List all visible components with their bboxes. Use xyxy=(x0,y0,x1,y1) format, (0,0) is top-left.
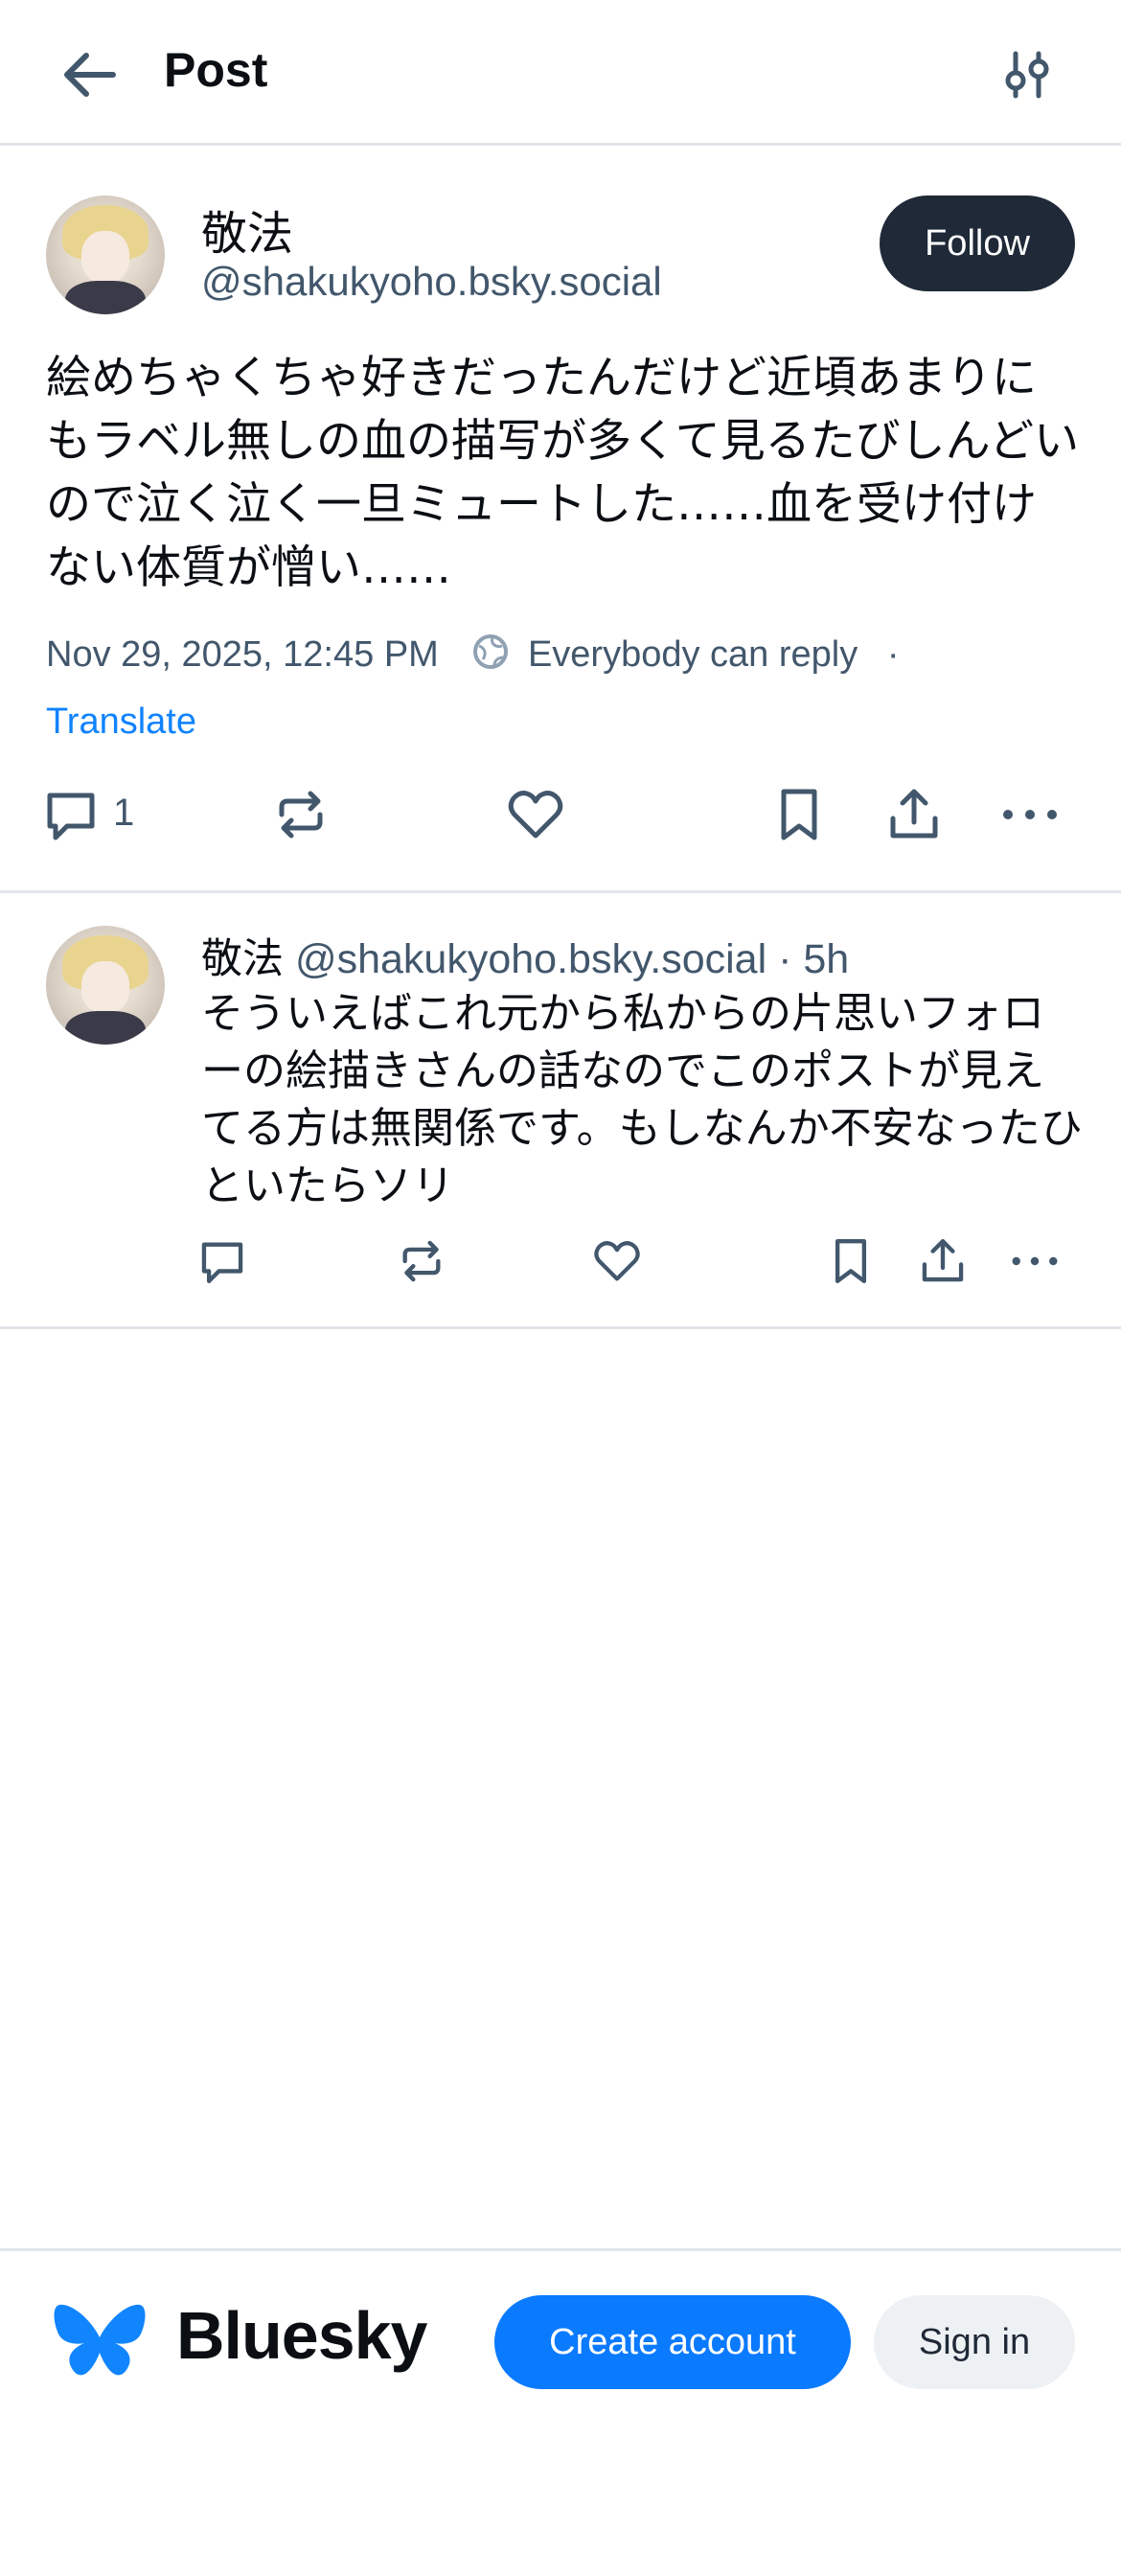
author-display-name[interactable]: 敬法 xyxy=(201,196,293,263)
repost-button[interactable] xyxy=(272,786,330,848)
repost-icon xyxy=(279,791,323,839)
post-text: 絵めちゃくちゃ好きだったんだけど近頃あまりにもラベル無しの血の描写が多くて見るた… xyxy=(46,352,1080,594)
brand-wordmark: Bluesky xyxy=(176,2298,427,2373)
sign-in-button[interactable]: Sign in xyxy=(874,2295,1075,2389)
top-bar: Post xyxy=(0,0,1121,146)
bluesky-logo xyxy=(52,2299,148,2385)
bluesky-butterfly-icon xyxy=(54,2304,146,2376)
reply-post[interactable]: 敬法 @shakukyoho.bsky.social · 5h そういえばこれ元… xyxy=(0,893,1121,1329)
translate-link[interactable]: Translate xyxy=(46,702,196,743)
bookmark-icon xyxy=(781,789,817,840)
reply-header: 敬法 @shakukyoho.bsky.social · 5h xyxy=(201,926,849,985)
bookmark-button[interactable] xyxy=(826,1236,876,1291)
like-button[interactable] xyxy=(506,786,565,848)
author-handle[interactable]: @shakukyoho.bsky.social xyxy=(201,259,662,305)
follow-button[interactable]: Follow xyxy=(880,196,1075,291)
more-options-button[interactable] xyxy=(1010,1236,1060,1291)
bookmark-icon xyxy=(835,1239,867,1283)
repost-icon xyxy=(402,1240,441,1282)
filter-sliders-icon xyxy=(1005,51,1049,99)
reply-setting[interactable]: Everybody can reply xyxy=(528,634,858,675)
repost-button[interactable] xyxy=(397,1236,446,1291)
reply-count: 1 xyxy=(113,792,135,834)
separator-dot: · xyxy=(778,936,792,982)
page-title: Post xyxy=(164,43,268,97)
separator-dot: · xyxy=(886,634,900,676)
reply-actions xyxy=(0,1236,1121,1303)
thread-settings-button[interactable] xyxy=(1000,50,1056,100)
share-button[interactable] xyxy=(885,786,943,848)
signup-footer: Bluesky Create account Sign in xyxy=(0,2248,1121,2576)
avatar[interactable] xyxy=(46,926,165,1045)
bookmark-button[interactable] xyxy=(770,786,828,848)
post-meta: Nov 29, 2025, 12:45 PM Everybody can rep… xyxy=(46,632,899,680)
post-timestamp[interactable]: Nov 29, 2025, 12:45 PM xyxy=(46,634,439,675)
globe-icon xyxy=(471,632,510,680)
reply-text: そういえばこれ元から私からの片思いフォローの絵描きさんの話なのでこのポストが見え… xyxy=(201,989,1083,1210)
main-post: 敬法 @shakukyoho.bsky.social Follow 絵めちゃくち… xyxy=(0,146,1121,893)
share-icon xyxy=(890,789,938,839)
post-actions: 1 xyxy=(0,786,1121,853)
back-arrow-icon xyxy=(64,53,116,97)
more-icon xyxy=(1003,810,1057,819)
like-heart-icon xyxy=(508,791,563,839)
reply-age[interactable]: 5h xyxy=(803,936,849,982)
like-button[interactable] xyxy=(592,1236,642,1291)
more-options-button[interactable] xyxy=(1000,786,1060,848)
more-icon xyxy=(1012,1256,1058,1266)
share-button[interactable] xyxy=(918,1236,968,1291)
back-button[interactable] xyxy=(56,46,123,104)
reply-handle[interactable]: @shakukyoho.bsky.social xyxy=(295,936,766,982)
avatar[interactable] xyxy=(46,196,165,314)
comment-icon xyxy=(201,1242,243,1283)
reply-button[interactable] xyxy=(197,1236,247,1291)
comment-icon xyxy=(47,793,95,840)
share-icon xyxy=(922,1239,964,1282)
like-heart-icon xyxy=(594,1241,640,1281)
create-account-button[interactable]: Create account xyxy=(494,2295,851,2389)
reply-display-name[interactable]: 敬法 xyxy=(201,935,284,983)
reply-button[interactable] xyxy=(42,786,100,848)
